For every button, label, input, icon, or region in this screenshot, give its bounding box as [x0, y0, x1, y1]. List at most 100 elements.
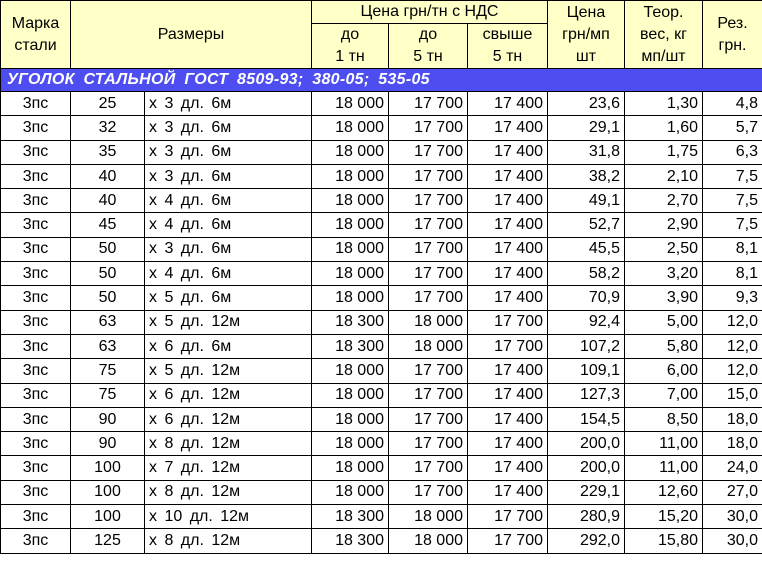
cell-grade: 3пс — [0, 309, 71, 335]
cell-price-up-to-5t: 17 700 — [388, 212, 468, 238]
cell-price-up-to-1t: 18 000 — [311, 261, 389, 287]
cell-weight: 2,70 — [624, 188, 703, 214]
cell-size: 35 — [70, 139, 145, 165]
cell-size: 50 — [70, 261, 145, 287]
cell-price-per-m: 38,2 — [547, 163, 625, 190]
header-sizes: Размеры — [70, 0, 312, 69]
cell-cut: 18,0 — [702, 406, 762, 433]
table-row: 3пс 25 x 3 дл. 6м 18 000 17 700 17 400 23,6 1,3… — [0, 90, 762, 117]
header-weight-line1: Теор. — [643, 3, 684, 21]
cell-size: 100 — [70, 455, 145, 481]
cell-price-up-to-5t: 18 000 — [388, 528, 468, 554]
cell-grade: 3пс — [0, 455, 71, 481]
table-row: 3пс 35 x 3 дл. 6м 18 000 17 700 17 400 31,8 1,7… — [0, 139, 762, 165]
cell-cut: 8,1 — [702, 236, 762, 263]
cell-grade: 3пс — [0, 139, 71, 165]
cell-weight: 3,20 — [624, 261, 703, 287]
cell-weight: 5,00 — [624, 309, 703, 335]
cell-cut: 6,3 — [702, 139, 762, 165]
cell-price-up-to-1t: 18 000 — [311, 212, 389, 238]
header-price-per-m: Цена грн/мп шт — [547, 0, 625, 69]
cell-price-per-m: 23,6 — [547, 90, 625, 117]
header-price-group-label: Цена грн/тн с НДС — [360, 3, 499, 20]
cell-price-per-m: 107,2 — [547, 333, 625, 360]
cell-price-over-5t: 17 400 — [467, 431, 548, 457]
cell-price-over-5t: 17 400 — [467, 90, 548, 117]
cell-price-up-to-5t: 17 700 — [388, 188, 468, 214]
header-cut: Рез. грн. — [702, 0, 762, 69]
table-row: 3пс 90 x 6 дл. 12м 18 000 17 700 17 400 154,5 8… — [0, 406, 762, 433]
cell-price-over-5t: 17 400 — [467, 479, 548, 506]
cell-price-up-to-5t: 17 700 — [388, 382, 468, 408]
cell-cut: 7,5 — [702, 163, 762, 190]
cell-weight: 1,60 — [624, 115, 703, 141]
cell-size: 32 — [70, 115, 145, 141]
header-sizes-label: Размеры — [157, 25, 225, 43]
cell-price-up-to-5t: 17 700 — [388, 139, 468, 165]
cell-price-up-to-1t: 18 000 — [311, 285, 389, 311]
header-up-to-5t-line1: до — [418, 26, 438, 43]
cell-dims: x 5 дл. 6м — [144, 285, 312, 311]
cell-cut: 8,1 — [702, 261, 762, 287]
header-up-to-1t: до 1 тн — [311, 23, 389, 69]
cell-size: 45 — [70, 212, 145, 238]
cell-grade: 3пс — [0, 333, 71, 360]
cell-size: 100 — [70, 504, 145, 530]
cell-price-over-5t: 17 400 — [467, 261, 548, 287]
cell-price-over-5t: 17 700 — [467, 528, 548, 554]
cell-weight: 3,90 — [624, 285, 703, 311]
cell-price-over-5t: 17 700 — [467, 504, 548, 530]
cell-cut: 30,0 — [702, 528, 762, 554]
cell-size: 125 — [70, 528, 145, 554]
cell-price-up-to-1t: 18 300 — [311, 309, 389, 335]
cell-cut: 18,0 — [702, 431, 762, 457]
header-price-per-m-line2: грн/мп — [562, 25, 610, 43]
cell-price-per-m: 52,7 — [547, 212, 625, 238]
cell-price-per-m: 229,1 — [547, 479, 625, 506]
cell-grade: 3пс — [0, 285, 71, 311]
cell-dims: x 3 дл. 6м — [144, 139, 312, 165]
cell-price-per-m: 127,3 — [547, 382, 625, 408]
cell-grade: 3пс — [0, 212, 71, 238]
cell-cut: 5,7 — [702, 115, 762, 141]
section-row: УГОЛОК СТАЛЬНОЙ ГОСТ 8509-93; 380-05; 53… — [0, 68, 762, 92]
header-weight-line3: мп/шт — [641, 47, 686, 65]
cell-weight: 15,20 — [624, 504, 703, 530]
cell-cut: 7,5 — [702, 188, 762, 214]
cell-cut: 12,0 — [702, 358, 762, 384]
header-row-1: Марка стали Размеры Цена грн/тн с НДС Це… — [0, 0, 762, 69]
cell-price-per-m: 58,2 — [547, 261, 625, 287]
cell-weight: 2,90 — [624, 212, 703, 238]
cell-dims: x 8 дл. 12м — [144, 528, 312, 554]
table-row: 3пс 75 x 5 дл. 12м 18 000 17 700 17 400 109,1 6… — [0, 358, 762, 384]
table-row: 3пс 45 x 4 дл. 6м 18 000 17 700 17 400 52,7 2,9… — [0, 212, 762, 238]
cell-grade: 3пс — [0, 406, 71, 433]
table-row: 3пс 50 x 4 дл. 6м 18 000 17 700 17 400 58,2 3,2… — [0, 261, 762, 287]
cell-price-up-to-5t: 18 000 — [388, 504, 468, 530]
cell-dims: x 6 дл. 12м — [144, 406, 312, 433]
cell-dims: x 4 дл. 6м — [144, 212, 312, 238]
cell-dims: x 8 дл. 12м — [144, 431, 312, 457]
section-title: УГОЛОК СТАЛЬНОЙ ГОСТ 8509-93; 380-05; 53… — [0, 68, 762, 92]
cell-grade: 3пс — [0, 236, 71, 263]
cell-weight: 5,80 — [624, 333, 703, 360]
header-price-per-m-line1: Цена — [566, 3, 606, 21]
header-over-5t-line1: свыше — [482, 26, 533, 43]
cell-grade: 3пс — [0, 382, 71, 408]
cell-price-per-m: 29,1 — [547, 115, 625, 141]
cell-price-per-m: 154,5 — [547, 406, 625, 433]
cell-grade: 3пс — [0, 163, 71, 190]
cell-dims: x 3 дл. 6м — [144, 90, 312, 117]
header-price-per-m-line3: шт — [575, 47, 597, 65]
header-up-to-5t: до 5 тн — [388, 23, 468, 69]
cell-dims: x 5 дл. 12м — [144, 309, 312, 335]
header-weight-line2: вес, кг — [640, 25, 687, 43]
header-over-5t-line2: 5 тн — [492, 48, 523, 65]
cell-cut: 9,3 — [702, 285, 762, 311]
cell-dims: x 3 дл. 6м — [144, 163, 312, 190]
cell-price-up-to-5t: 18 000 — [388, 309, 468, 335]
cell-price-up-to-5t: 17 700 — [388, 236, 468, 263]
cell-dims: x 4 дл. 6м — [144, 188, 312, 214]
cell-cut: 27,0 — [702, 479, 762, 506]
cell-price-over-5t: 17 400 — [467, 382, 548, 408]
